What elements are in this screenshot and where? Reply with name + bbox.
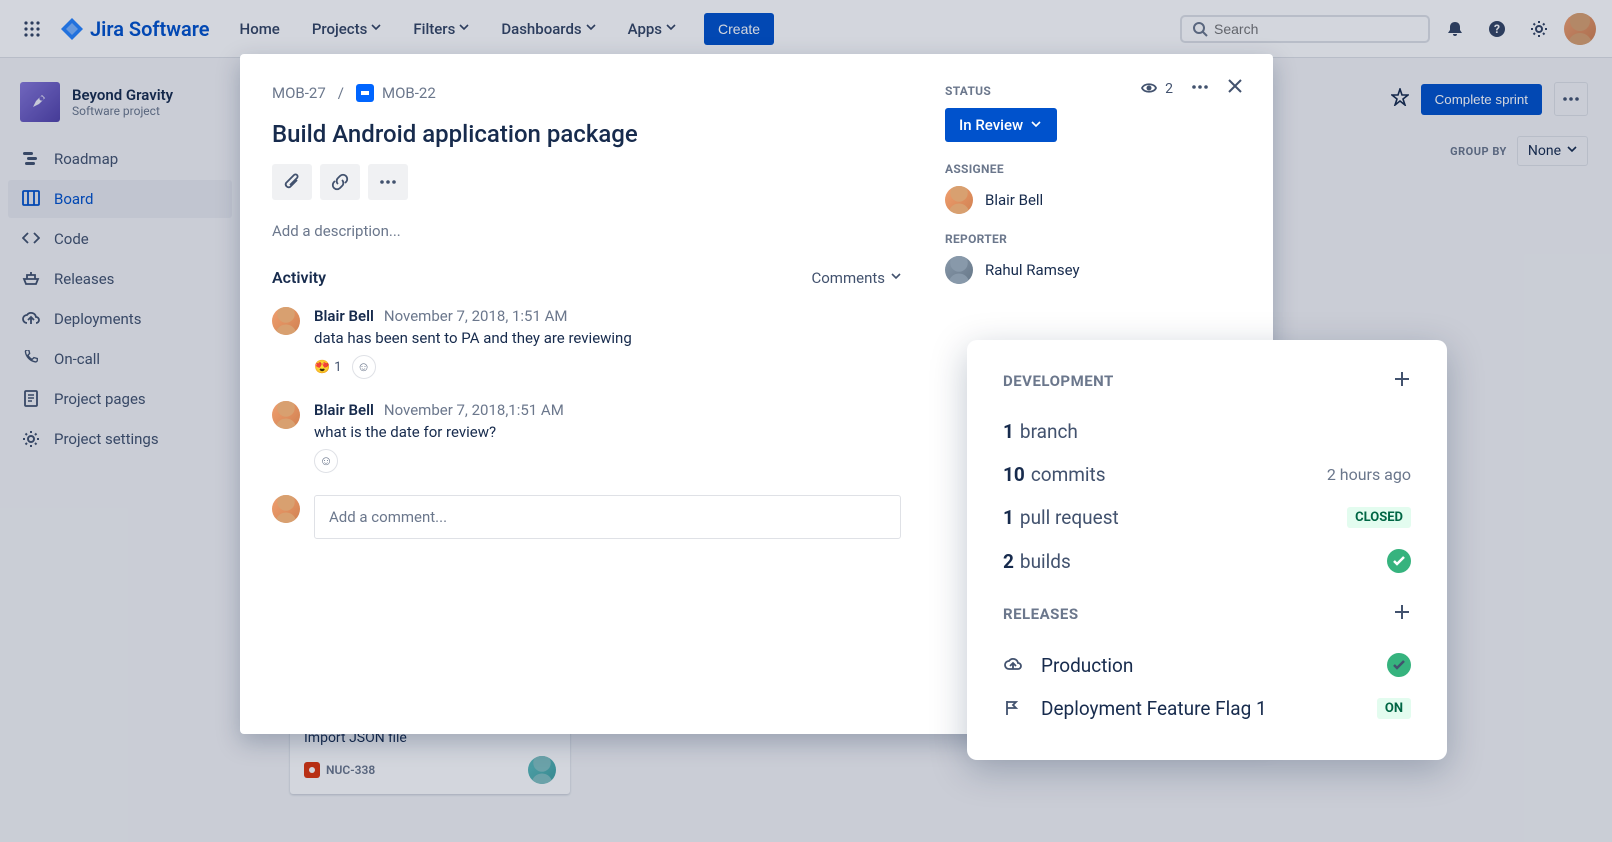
release-row-flag[interactable]: Deployment Feature Flag 1 ON — [1003, 687, 1411, 730]
release-row-production[interactable]: Production — [1003, 643, 1411, 687]
comment-time: November 7, 2018, 1:51 AM — [384, 307, 568, 325]
reporter-field[interactable]: Rahul Ramsey — [945, 256, 1245, 284]
assignee-avatar — [945, 186, 973, 214]
close-icon[interactable] — [1227, 78, 1245, 100]
current-user-avatar — [272, 495, 300, 523]
issue-key[interactable]: MOB-22 — [356, 84, 436, 102]
comment-avatar — [272, 401, 300, 429]
add-release-icon[interactable] — [1393, 603, 1411, 625]
description-field[interactable]: Add a description... — [272, 222, 901, 240]
add-reaction-icon[interactable]: ☺ — [314, 449, 338, 473]
reporter-label: REPORTER — [945, 232, 1245, 246]
comment-author: Blair Bell — [314, 307, 374, 325]
dev-branch-row[interactable]: 1 branch — [1003, 410, 1411, 453]
pr-status-badge: CLOSED — [1347, 507, 1411, 528]
dev-pr-row[interactable]: 1 pull request CLOSED — [1003, 496, 1411, 539]
activity-filter[interactable]: Comments — [811, 269, 901, 287]
activity-heading: Activity — [272, 268, 326, 287]
story-icon — [356, 84, 374, 102]
reaction[interactable]: 😍1 — [314, 360, 342, 375]
comment-time: November 7, 2018,1:51 AM — [384, 401, 564, 419]
issue-title[interactable]: Build Android application package — [272, 120, 901, 148]
development-heading: DEVELOPMENT — [1003, 372, 1114, 390]
dev-commits-row[interactable]: 10 commits 2 hours ago — [1003, 453, 1411, 496]
comment-input[interactable]: Add a comment... — [314, 495, 901, 539]
breadcrumb: MOB-27 / MOB-22 — [272, 84, 901, 102]
reporter-avatar — [945, 256, 973, 284]
build-success-icon — [1387, 549, 1411, 573]
assignee-label: ASSIGNEE — [945, 162, 1245, 176]
dev-builds-row[interactable]: 2 builds — [1003, 539, 1411, 583]
status-dropdown[interactable]: In Review — [945, 108, 1057, 142]
watchers[interactable]: 2 — [1141, 80, 1173, 98]
add-reaction-icon[interactable]: ☺ — [352, 355, 376, 379]
comment-text: what is the date for review? — [314, 423, 901, 441]
flag-status-badge: ON — [1377, 698, 1411, 719]
assignee-field[interactable]: Blair Bell — [945, 186, 1245, 214]
release-success-icon — [1387, 653, 1411, 677]
issue-more-icon[interactable] — [1191, 78, 1209, 100]
comment: Blair Bell November 7, 2018,1:51 AM what … — [272, 401, 901, 473]
add-development-icon[interactable] — [1393, 370, 1411, 392]
comment-avatar — [272, 307, 300, 335]
issue-actions-button[interactable] — [368, 164, 408, 200]
development-panel: DEVELOPMENT 1 branch 10 commits 2 hours … — [967, 340, 1447, 760]
attach-button[interactable] — [272, 164, 312, 200]
link-button[interactable] — [320, 164, 360, 200]
releases-heading: RELEASES — [1003, 605, 1079, 623]
parent-issue-link[interactable]: MOB-27 — [272, 84, 326, 102]
comment: Blair Bell November 7, 2018, 1:51 AM data… — [272, 307, 901, 379]
comment-text: data has been sent to PA and they are re… — [314, 329, 901, 347]
comment-author: Blair Bell — [314, 401, 374, 419]
